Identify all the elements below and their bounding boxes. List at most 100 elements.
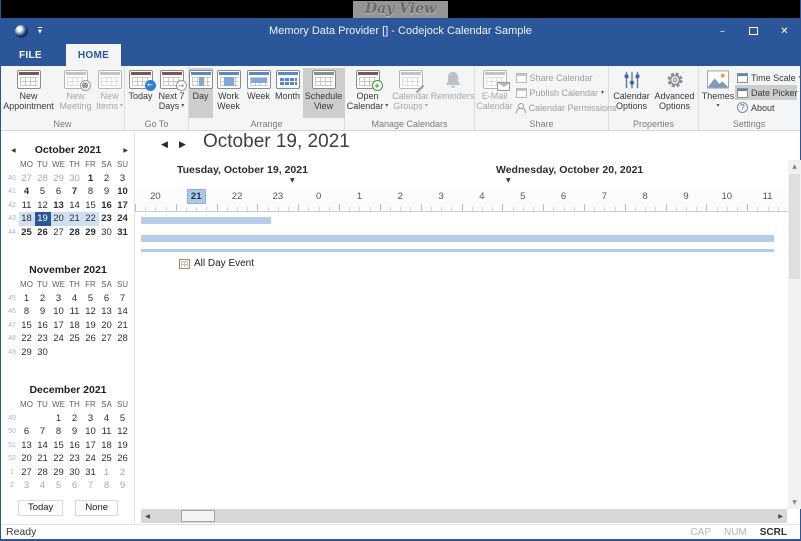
day-cell[interactable]: 21 bbox=[115, 319, 131, 333]
day-cell[interactable]: 5 bbox=[115, 412, 131, 426]
scroll-left-icon[interactable]: ◀ bbox=[141, 509, 154, 523]
scroll-up-icon[interactable]: ▲ bbox=[788, 160, 801, 173]
day-cell[interactable]: 3 bbox=[83, 412, 99, 426]
day-cell[interactable]: 9 bbox=[115, 479, 131, 493]
day-cell[interactable]: 4 bbox=[35, 479, 51, 493]
day-cell[interactable]: 15 bbox=[83, 199, 99, 213]
day-cell[interactable]: 31 bbox=[83, 466, 99, 480]
new-meeting-button[interactable]: ☻ New Meeting bbox=[57, 68, 95, 118]
day-cell[interactable]: 20 bbox=[19, 452, 35, 466]
day-cell[interactable]: 3 bbox=[51, 292, 67, 306]
day-cell[interactable]: 16 bbox=[35, 319, 51, 333]
day-cell[interactable]: 9 bbox=[67, 425, 83, 439]
day-dropdown-icon[interactable]: ▼ bbox=[290, 177, 295, 184]
day-cell[interactable]: 15 bbox=[19, 319, 35, 333]
today-button[interactable]: ← Today bbox=[126, 68, 156, 118]
prev-day-icon[interactable]: ◀ bbox=[161, 140, 168, 150]
hour-cell[interactable]: 5 bbox=[502, 186, 543, 211]
day-cell[interactable]: 20 bbox=[99, 319, 115, 333]
day-cell[interactable]: 22 bbox=[51, 452, 67, 466]
all-day-event-row[interactable]: All Day Event bbox=[135, 255, 788, 272]
day-cell[interactable]: 8 bbox=[99, 479, 115, 493]
advanced-options-button[interactable]: Advanced Options bbox=[653, 68, 697, 118]
day-cell[interactable]: 29 bbox=[51, 466, 67, 480]
day-cell[interactable]: 18 bbox=[67, 319, 83, 333]
day-cell[interactable]: 17 bbox=[83, 439, 99, 453]
themes-button[interactable]: Themes ▾ bbox=[701, 68, 735, 118]
scroll-right-icon[interactable]: ▶ bbox=[774, 509, 787, 523]
day-cell[interactable]: 19 bbox=[35, 212, 51, 226]
hour-cell[interactable]: 0 bbox=[298, 186, 339, 211]
day-cell[interactable]: 22 bbox=[83, 212, 99, 226]
day-cell[interactable]: 6 bbox=[67, 479, 83, 493]
day-cell[interactable]: 18 bbox=[19, 212, 35, 226]
day-cell[interactable]: 12 bbox=[83, 305, 99, 319]
hour-cell[interactable]: 23 bbox=[257, 186, 298, 211]
day-cell[interactable]: 23 bbox=[99, 212, 115, 226]
day-cell[interactable]: 25 bbox=[19, 226, 35, 240]
hour-cell[interactable]: 21 bbox=[176, 186, 217, 211]
tab-home[interactable]: HOME bbox=[66, 44, 121, 66]
calendar-permissions-button[interactable]: Calendar Permissions bbox=[514, 100, 608, 115]
day-cell[interactable]: 30 bbox=[99, 226, 115, 240]
day-cell[interactable]: 6 bbox=[51, 185, 67, 199]
day-cell[interactable]: 13 bbox=[19, 439, 35, 453]
new-appointment-button[interactable]: New Appointment bbox=[1, 68, 57, 118]
day-cell[interactable]: 30 bbox=[67, 466, 83, 480]
day-cell[interactable]: 26 bbox=[35, 226, 51, 240]
vertical-scroll-thumb[interactable] bbox=[789, 174, 800, 279]
day-cell[interactable]: 24 bbox=[51, 332, 67, 346]
quick-access-dropdown-icon[interactable]: ▼ bbox=[38, 27, 42, 36]
day-cell[interactable]: 28 bbox=[35, 172, 51, 186]
hour-cell[interactable]: 22 bbox=[217, 186, 258, 211]
day-cell[interactable]: 11 bbox=[19, 199, 35, 213]
day-cell[interactable]: 6 bbox=[19, 425, 35, 439]
day-cell[interactable]: 5 bbox=[83, 292, 99, 306]
none-button[interactable]: None bbox=[75, 500, 118, 516]
minimize-button[interactable]: – bbox=[707, 18, 738, 44]
day-cell[interactable]: 17 bbox=[115, 199, 131, 213]
day-cell[interactable]: 8 bbox=[51, 425, 67, 439]
day-cell[interactable]: 10 bbox=[83, 425, 99, 439]
hour-cell[interactable]: 10 bbox=[706, 186, 747, 211]
day-cell[interactable]: 14 bbox=[67, 199, 83, 213]
day-cell[interactable]: 13 bbox=[99, 305, 115, 319]
schedule-bar-full[interactable] bbox=[141, 235, 774, 242]
day-cell[interactable]: 28 bbox=[115, 332, 131, 346]
tab-file[interactable]: FILE bbox=[7, 44, 54, 66]
day-cell[interactable]: 3 bbox=[115, 172, 131, 186]
day-cell[interactable]: 10 bbox=[115, 185, 131, 199]
day-cell[interactable]: 2 bbox=[35, 292, 51, 306]
day-cell[interactable]: 23 bbox=[35, 332, 51, 346]
day-cell[interactable]: 7 bbox=[115, 292, 131, 306]
day-cell[interactable]: 30 bbox=[35, 346, 51, 360]
hour-cell[interactable]: 2 bbox=[380, 186, 421, 211]
day-cell[interactable]: 1 bbox=[99, 466, 115, 480]
hour-cell[interactable]: 20 bbox=[135, 186, 176, 211]
day-cell[interactable]: 19 bbox=[115, 439, 131, 453]
day-cell[interactable]: 25 bbox=[67, 332, 83, 346]
about-button[interactable]: About bbox=[735, 100, 797, 115]
next-month-icon[interactable]: ▶ bbox=[123, 147, 128, 155]
calendar-groups-button[interactable]: Calendar Groups▾ bbox=[390, 68, 432, 118]
day-cell[interactable]: 15 bbox=[51, 439, 67, 453]
horizontal-scroll-thumb[interactable] bbox=[181, 510, 215, 522]
day-cell[interactable]: 5 bbox=[51, 479, 67, 493]
publish-calendar-button[interactable]: Publish Calendar ▾ bbox=[514, 85, 608, 100]
day-view-button[interactable]: Day bbox=[189, 68, 213, 118]
day-cell[interactable]: 17 bbox=[51, 319, 67, 333]
date-picker-button[interactable]: Date Picker bbox=[735, 85, 797, 100]
day-cell[interactable]: 28 bbox=[35, 466, 51, 480]
day-cell[interactable]: 23 bbox=[67, 452, 83, 466]
day-cell[interactable]: 21 bbox=[67, 212, 83, 226]
day-cell[interactable]: 27 bbox=[19, 172, 35, 186]
day-cell[interactable]: 7 bbox=[35, 425, 51, 439]
day-cell[interactable]: 4 bbox=[67, 292, 83, 306]
day-cell[interactable]: 24 bbox=[83, 452, 99, 466]
day-cell[interactable]: 27 bbox=[51, 226, 67, 240]
day-cell[interactable]: 25 bbox=[99, 452, 115, 466]
day-dropdown-icon[interactable]: ▼ bbox=[506, 177, 511, 184]
share-calendar-button[interactable]: Share Calendar bbox=[514, 70, 608, 85]
day-cell[interactable]: 11 bbox=[99, 425, 115, 439]
work-week-view-button[interactable]: Work Week bbox=[213, 68, 245, 118]
